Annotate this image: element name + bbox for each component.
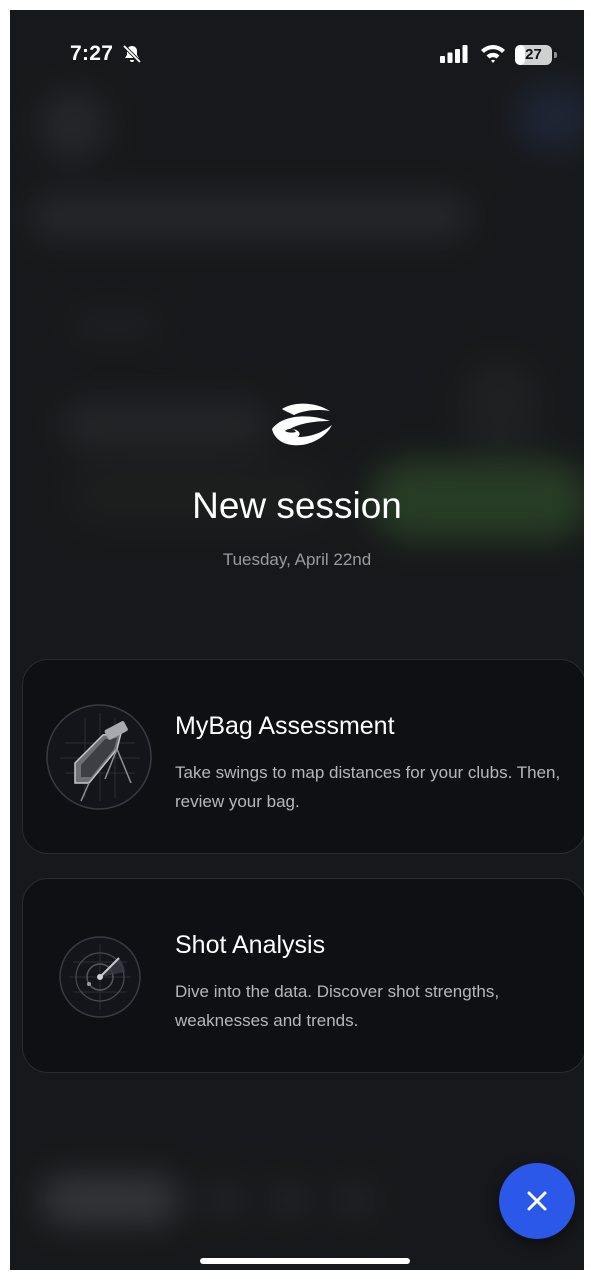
battery-level-text: 27	[525, 46, 542, 63]
signal-icon	[440, 45, 468, 63]
status-bar: 7:27 27	[10, 10, 584, 70]
phone-screen: 7:27 27 New session Tuesday, April 22nd …	[10, 10, 584, 1270]
status-time: 7:27	[70, 42, 114, 65]
radar-icon	[59, 936, 141, 1018]
mybag-assessment-card[interactable]: MyBag Assessment Take swings to map dist…	[22, 659, 584, 854]
mybag-description: Take swings to map distances for your cl…	[175, 763, 561, 811]
modal-overlay	[10, 10, 584, 1270]
golf-club-icon	[46, 704, 152, 810]
bell-off-icon	[122, 44, 142, 64]
page-title: New session	[192, 485, 402, 526]
shot-analysis-card[interactable]: Shot Analysis Dive into the data. Discov…	[22, 878, 584, 1073]
shot-analysis-title: Shot Analysis	[175, 931, 326, 959]
battery-icon: 27	[515, 45, 557, 65]
close-button[interactable]	[499, 1163, 575, 1239]
session-date: Tuesday, April 22nd	[222, 550, 372, 569]
brand-logo-icon	[272, 403, 332, 446]
close-icon	[527, 1191, 547, 1211]
shot-analysis-description: Dive into the data. Discover shot streng…	[175, 982, 500, 1030]
wifi-icon	[481, 45, 505, 63]
home-indicator[interactable]	[200, 1258, 410, 1264]
mybag-title: MyBag Assessment	[175, 712, 395, 740]
